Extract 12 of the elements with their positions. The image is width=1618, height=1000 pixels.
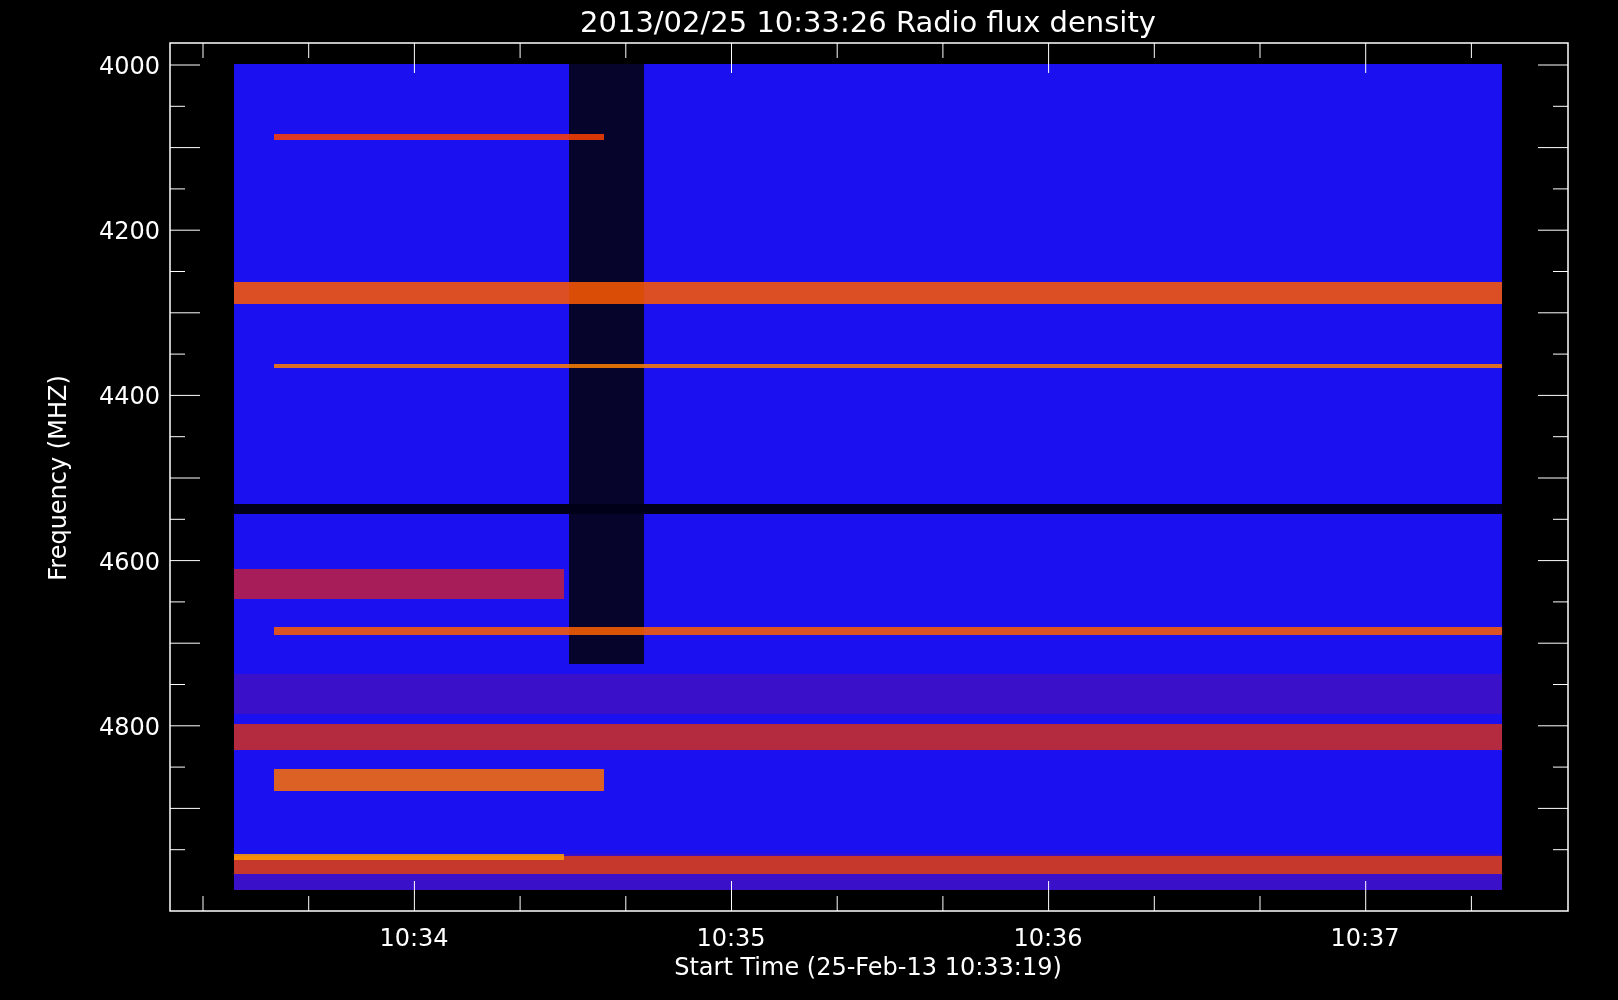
- y-tick-label: 4200: [98, 217, 160, 246]
- x-tick-label: 10:36: [1013, 924, 1083, 952]
- y-tick-label: 4400: [98, 382, 160, 411]
- y-tick-label: 4600: [98, 547, 160, 576]
- x-tick-label: 10:37: [1330, 924, 1400, 952]
- x-axis-label: Start Time (25-Feb-13 10:33:19): [674, 953, 1062, 981]
- chart-title: 2013/02/25 10:33:26 Radio flux density: [580, 5, 1156, 39]
- x-tick-label: 10:35: [696, 924, 766, 952]
- x-tick-label: 10:34: [379, 924, 449, 952]
- y-axis-label: Frequency (MHZ): [44, 375, 72, 581]
- y-tick-label: 4800: [98, 712, 160, 741]
- y-tick-label: 4000: [98, 52, 160, 80]
